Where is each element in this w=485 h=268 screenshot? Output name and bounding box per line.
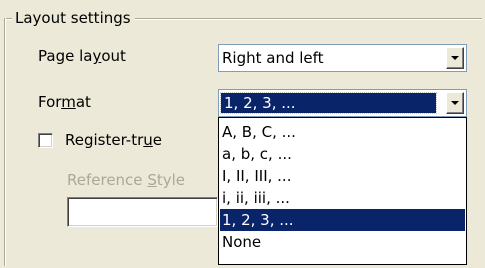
format-value: 1, 2, 3, ... [220, 92, 437, 114]
page-layout-select[interactable]: Right and left [218, 44, 467, 72]
register-true-label[interactable]: Register-true [65, 131, 162, 149]
group-border-left [4, 18, 6, 266]
reference-style-field[interactable] [67, 197, 218, 227]
format-label: Format [38, 93, 91, 111]
page-layout-value: Right and left [222, 49, 324, 67]
format-option[interactable]: A, B, C, ... [220, 121, 465, 143]
page-layout-dropdown-button[interactable] [446, 47, 464, 69]
format-option[interactable]: None [220, 231, 465, 253]
format-option-selected[interactable]: 1, 2, 3, ... [220, 209, 465, 231]
format-option[interactable]: i, ii, iii, ... [220, 187, 465, 209]
register-true-checkbox[interactable] [38, 133, 53, 148]
page-layout-label: Page layout [38, 47, 126, 65]
chevron-down-icon [451, 101, 459, 105]
chevron-down-icon [451, 56, 459, 60]
format-dropdown-list[interactable]: A, B, C, ... a, b, c, ... I, II, III, ..… [218, 117, 467, 265]
format-option[interactable]: I, II, III, ... [220, 165, 465, 187]
reference-style-label: Reference Style [67, 171, 185, 189]
group-title: Layout settings [12, 9, 135, 27]
format-select[interactable]: 1, 2, 3, ... [218, 89, 467, 117]
format-dropdown-button[interactable] [446, 92, 464, 114]
layout-settings-dialog: Layout settings Page layout Right and le… [0, 0, 485, 268]
format-option[interactable]: a, b, c, ... [220, 143, 465, 165]
